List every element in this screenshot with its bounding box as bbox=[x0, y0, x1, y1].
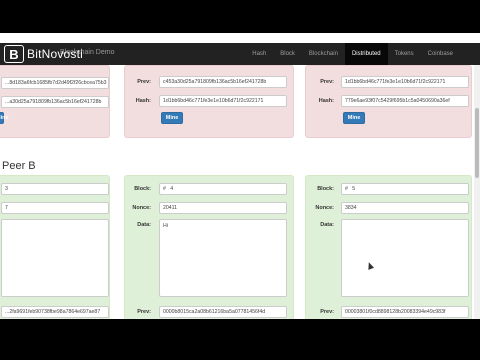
peer-a-block-card-2: Prev: c453a30d25a791809fb136ac5b16ef2417… bbox=[124, 65, 294, 138]
peer-b-block-card-2: Block: # 4 Nonce: 20411 Data: Hi Prev: 0… bbox=[124, 175, 294, 325]
block-label: Block: bbox=[134, 186, 151, 192]
prev-label: Prev: bbox=[320, 309, 334, 315]
block-number: 4 bbox=[170, 186, 174, 192]
prev-field[interactable]: 00003801f0cd8898128b20083394e49c983f bbox=[341, 306, 469, 318]
data-label: Data: bbox=[137, 222, 151, 228]
scrollbar-thumb[interactable] bbox=[475, 108, 479, 178]
block-number-field[interactable]: 3 bbox=[1, 183, 109, 195]
block-number: 5 bbox=[352, 186, 356, 192]
hash-field[interactable]: 779e6ae93f07c5429f695b1c5a0450690a36ef bbox=[341, 95, 469, 107]
peer-b-block-card-1: 3 7 ...2fa9691feb90738fbe98a7864e697ae87 bbox=[0, 175, 110, 325]
nav-blockchain[interactable]: Blockchain bbox=[302, 43, 345, 65]
nav-block[interactable]: Block bbox=[273, 43, 302, 65]
hash-label: Hash: bbox=[318, 98, 334, 104]
prev-field[interactable]: ...2fa9691feb90738fbe98a7864e697ae87 bbox=[1, 306, 109, 318]
nav-distributed[interactable]: Distributed bbox=[344, 43, 388, 65]
data-textarea[interactable] bbox=[341, 219, 469, 297]
data-label: Data: bbox=[320, 222, 334, 228]
nonce-field[interactable]: 7 bbox=[1, 202, 109, 214]
brand-logo[interactable]: B BitNovosti bbox=[4, 44, 83, 64]
nav-links: Hash Block Blockchain Distributed Tokens… bbox=[245, 43, 460, 65]
letterbox-bottom bbox=[0, 319, 480, 360]
hash-field[interactable]: ...8d183a6fcb1685fb7d2d49f2f26cbcea75b3 bbox=[1, 77, 109, 89]
brand-name: BitNovosti bbox=[27, 47, 84, 61]
peer-a-block-card-3: Prev: 1d1bb6bd46c771fe3e1e10b6d71f2c9221… bbox=[305, 65, 472, 138]
peer-b-title: Peer B bbox=[2, 160, 36, 172]
nav-tokens[interactable]: Tokens bbox=[388, 43, 421, 65]
mine-button[interactable]: Mine bbox=[161, 112, 183, 124]
prev-field[interactable]: ...a30d25a791809fb136ac5b16ef241728b bbox=[1, 96, 109, 108]
mine-button[interactable]: Mine bbox=[0, 112, 9, 124]
nav-coinbase[interactable]: Coinbase bbox=[421, 43, 460, 65]
prev-label: Prev: bbox=[137, 309, 151, 315]
peer-b-block-card-3: Block: # 5 Nonce: 3834 Data: Prev: 00003… bbox=[305, 175, 472, 325]
prev-label: Prev: bbox=[137, 79, 151, 85]
block-label: Block: bbox=[317, 186, 334, 192]
nav-hash[interactable]: Hash bbox=[245, 43, 273, 65]
block-number-field[interactable]: # 5 bbox=[341, 183, 469, 195]
logo-mark-icon: B bbox=[4, 45, 24, 63]
hash-label: Hash: bbox=[135, 98, 151, 104]
data-textarea[interactable] bbox=[1, 219, 109, 297]
hash-field[interactable]: 1d1bb6bd46c771fe3e1e10b6d71f2c922171 bbox=[159, 95, 287, 107]
nonce-label: Nonce: bbox=[315, 205, 334, 211]
mine-button[interactable]: Mine bbox=[343, 112, 365, 124]
data-textarea[interactable]: Hi bbox=[159, 219, 287, 297]
prev-field[interactable]: c453a30d25a791809fb136ac5b16ef241728b bbox=[159, 76, 287, 88]
prev-field[interactable]: 1d1bb6bd46c771fe3e1e10b6d71f2c922171 bbox=[341, 76, 469, 88]
nonce-label: Nonce: bbox=[132, 205, 151, 211]
peer-a-block-card-1: ...8d183a6fcb1685fb7d2d49f2f26cbcea75b3 … bbox=[0, 65, 110, 138]
block-number-field[interactable]: # 4 bbox=[159, 183, 287, 195]
prev-field[interactable]: 0000b8015ca2a08b61216ba5a07781456f4d bbox=[159, 306, 287, 318]
page-scrollbar[interactable] bbox=[474, 65, 480, 319]
hash-sign: # bbox=[345, 186, 348, 192]
prev-label: Prev: bbox=[320, 79, 334, 85]
nonce-field[interactable]: 3834 bbox=[341, 202, 469, 214]
hash-sign: # bbox=[163, 186, 166, 192]
nonce-field[interactable]: 20411 bbox=[159, 202, 287, 214]
